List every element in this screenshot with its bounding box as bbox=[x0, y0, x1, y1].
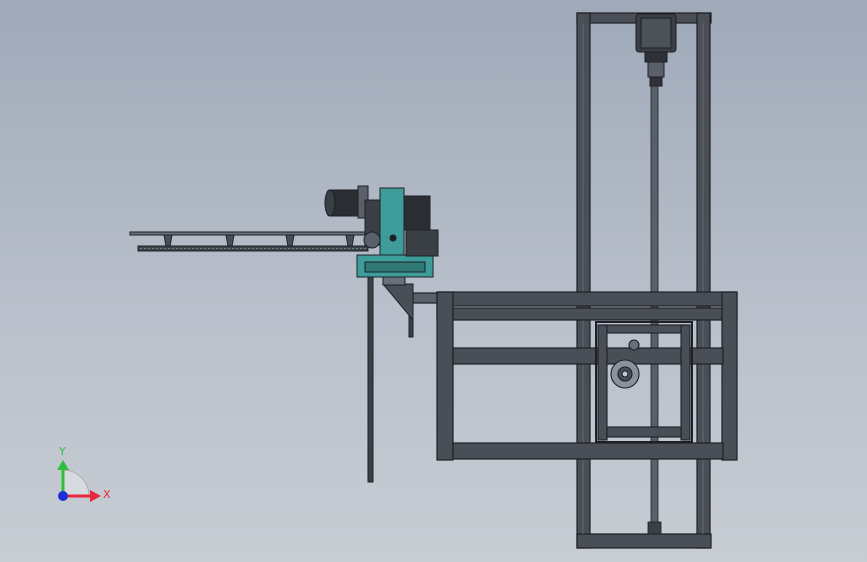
coordinate-triad bbox=[57, 460, 101, 502]
top-motor bbox=[635, 13, 677, 87]
cad-viewport[interactable]: Y X bbox=[0, 0, 867, 562]
x-axis-label: X bbox=[103, 488, 111, 501]
lift-carriage[interactable] bbox=[595, 321, 693, 443]
conveyor-arm[interactable] bbox=[129, 231, 369, 252]
hanging-rods bbox=[367, 274, 414, 483]
cad-model-view[interactable]: Y X bbox=[0, 0, 867, 562]
y-axis-label: Y bbox=[58, 445, 66, 458]
vertical-lift-frame[interactable] bbox=[576, 12, 712, 549]
